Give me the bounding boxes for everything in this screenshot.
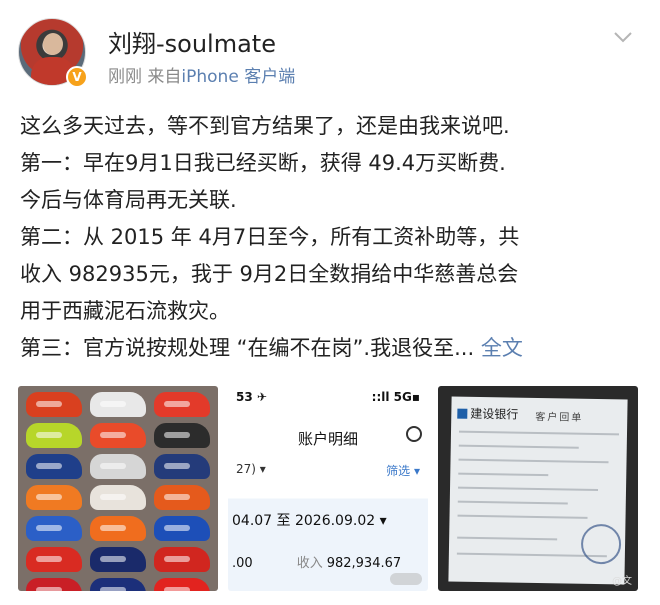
post-line: 第二：从 2015 年 4月7日至今，所有工资补助等，共 (20, 225, 520, 249)
post-body: 这么多天过去，等不到官方结果了，还是由我来说吧. 第一：早在9月1日我已经买断，… (20, 108, 645, 367)
chevron-down-icon[interactable] (612, 26, 634, 48)
post-line: 第三：官方说按规处理 “在编不在岗”.我退役至... (20, 336, 475, 360)
image-bank-receipt[interactable]: 建设银行 客户回单 @文 (438, 386, 638, 591)
income-value: 982,934.67 (326, 556, 402, 571)
status-time: 53 ✈ (236, 390, 267, 404)
receipt-title: 客户回单 (535, 411, 584, 424)
weibo-watermark: @文 (612, 576, 632, 587)
weibo-watermark-icon (390, 573, 422, 585)
bank-logo-icon (457, 408, 468, 419)
source-app[interactable]: iPhone 客户端 (181, 67, 295, 87)
search-icon (406, 426, 422, 442)
post-line-last: 第三：官方说按规处理 “在编不在岗”.我退役至... 全文 (20, 330, 645, 367)
post-time: 刚刚 (108, 67, 142, 87)
username[interactable]: 刘翔-soulmate (108, 24, 276, 59)
post-line: 这么多天过去，等不到官方结果了，还是由我来说吧. (20, 114, 510, 138)
bank-name-text: 建设银行 (470, 406, 519, 422)
source-prefix: 来自 (147, 67, 182, 87)
income-label: 收入 (296, 556, 323, 571)
post-line: 用于西藏泥石流救灾。 (20, 299, 230, 323)
image-grid: 53 ✈ ::ll 5G▪ 账户明细 27) ▾ 筛选 ▾ 04.07 至 20… (18, 386, 638, 591)
verified-badge-icon: V (66, 66, 88, 88)
account-suffix: 27) ▾ (236, 462, 266, 476)
status-signal: ::ll 5G▪ (371, 390, 420, 404)
statement-amounts: .00 收入 982,934.67 (232, 552, 401, 571)
post-line: 今后与体育局再无关联. (20, 188, 237, 212)
statement-title: 账户明细 (297, 430, 358, 448)
shoes-photo (26, 392, 210, 591)
filter-label: 筛选 ▾ (386, 464, 420, 478)
seal-stamp (580, 523, 622, 565)
amount-left: .00 (232, 556, 253, 571)
expand-full-text-link[interactable]: 全文 (481, 336, 523, 360)
post-line: 第一：早在9月1日我已经买断，获得 49.4万买断费. (20, 151, 506, 175)
post-line: 收入 982935元，我于 9月2日全数捐给中华慈善总会 (20, 262, 519, 286)
bank-name: 建设银行 (457, 405, 518, 423)
post-meta: 刚刚 来自iPhone 客户端 (108, 62, 295, 87)
date-range: 04.07 至 2026.09.02 ▾ (232, 513, 387, 529)
receipt-paper: 建设银行 客户回单 (448, 396, 628, 585)
image-shoes[interactable] (18, 386, 218, 591)
image-bank-statement[interactable]: 53 ✈ ::ll 5G▪ 账户明细 27) ▾ 筛选 ▾ 04.07 至 20… (228, 386, 428, 591)
phone-status-bar: 53 ✈ ::ll 5G▪ (228, 386, 428, 408)
post-header: V 刘翔-soulmate 刚刚 来自iPhone 客户端 (0, 0, 660, 100)
